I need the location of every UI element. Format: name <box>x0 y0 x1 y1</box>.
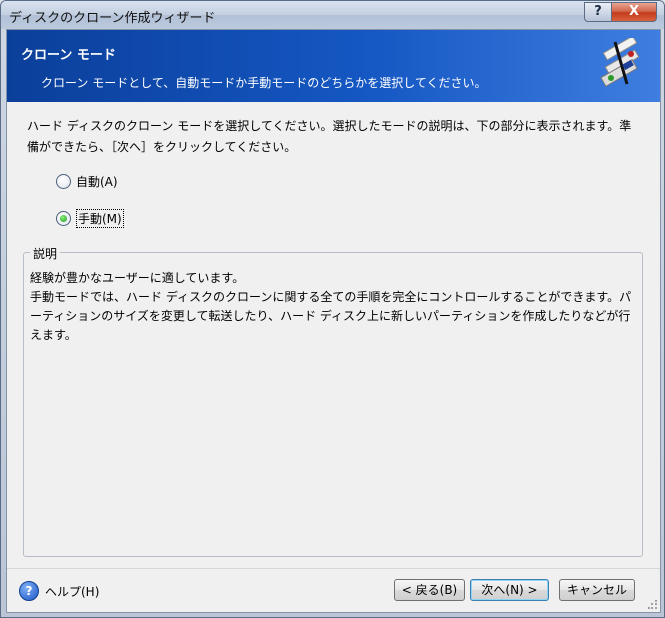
footer-separator <box>7 568 660 569</box>
page-subtitle: クローン モードとして、自動モードか手動モードのどちらかを選択してください。 <box>41 76 487 90</box>
resize-grip-icon[interactable] <box>648 600 658 610</box>
page-title: クローン モード <box>21 48 116 63</box>
help-link[interactable]: ? ヘルプ(H) <box>19 581 99 601</box>
wizard-window: ディスクのクローン作成ウィザード ? X クローン モード クローン モードとし… <box>0 0 665 618</box>
instruction-text: ハード ディスクのクローン モードを選択してください。選択したモードの説明は、下… <box>27 119 632 154</box>
help-icon[interactable]: ? <box>19 581 39 601</box>
description-group: 説明 経験が豊かなユーザーに適しています。 手動モードでは、ハード ディスクのク… <box>23 245 643 557</box>
window-title: ディスクのクローン作成ウィザード <box>9 11 216 26</box>
back-button[interactable]: < 戻る(B) <box>394 579 465 601</box>
titlebar-help-button[interactable]: ? <box>584 2 612 22</box>
cancel-button[interactable]: キャンセル <box>559 579 635 601</box>
help-label[interactable]: ヘルプ(H) <box>45 583 99 600</box>
next-button[interactable]: 次へ(N) > <box>470 579 549 601</box>
disk-clone-icon <box>600 38 640 88</box>
wizard-client-area: クローン モード クローン モードとして、自動モードか手動モードのどちらかを選択… <box>6 29 661 613</box>
radio-manual-label[interactable]: 手動(M) <box>76 208 124 228</box>
radio-button-auto[interactable] <box>56 173 71 189</box>
radio-button-manual[interactable] <box>56 210 71 226</box>
description-legend: 説明 <box>30 245 61 262</box>
title-bar: ディスクのクローン作成ウィザード ? X <box>1 1 664 29</box>
radio-auto-mode[interactable]: 自動(A) <box>56 171 118 191</box>
titlebar-close-button[interactable]: X <box>611 2 657 22</box>
description-text: 経験が豊かなユーザーに適しています。 手動モードでは、ハード ディスクのクローン… <box>30 271 632 342</box>
radio-manual-mode[interactable]: 手動(M) <box>56 208 124 228</box>
radio-auto-label[interactable]: 自動(A) <box>76 173 118 190</box>
wizard-header: クローン モード クローン モードとして、自動モードか手動モードのどちらかを選択… <box>7 30 660 102</box>
